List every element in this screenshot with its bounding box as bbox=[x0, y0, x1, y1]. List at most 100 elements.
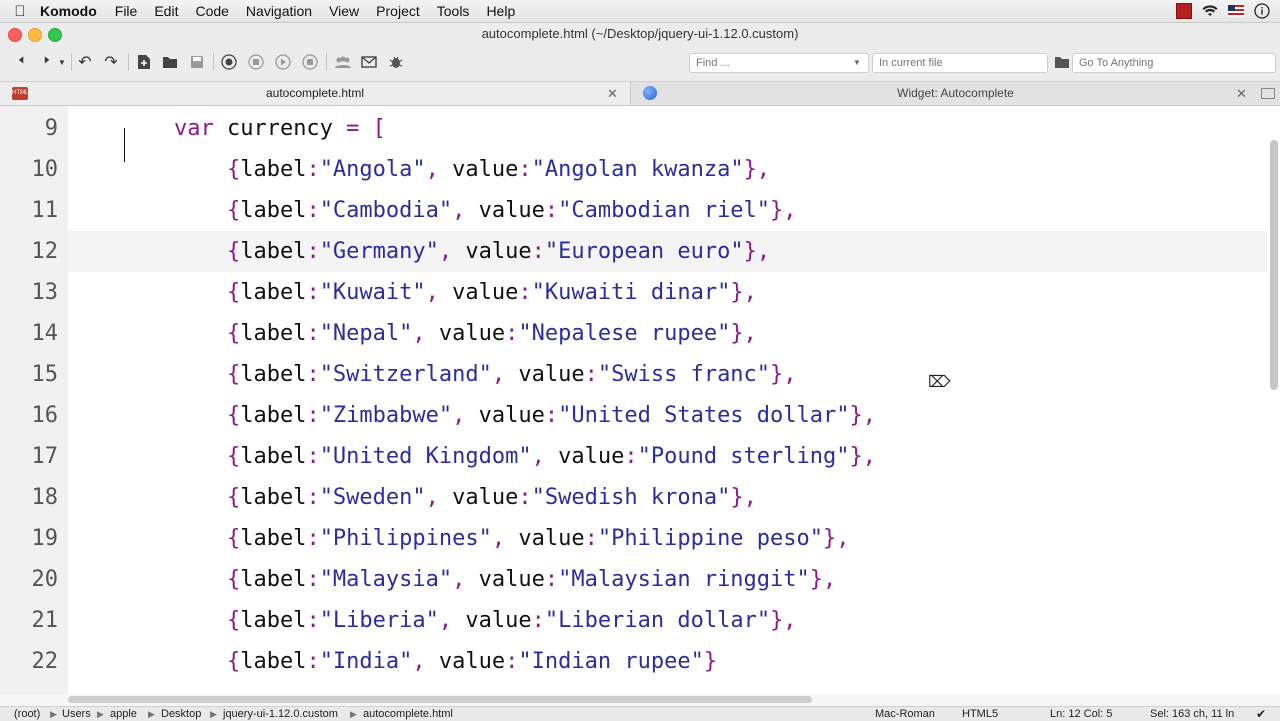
find-options-chevron-icon[interactable]: ▼ bbox=[853, 58, 861, 67]
code-token: }, bbox=[743, 157, 771, 182]
code-token: value bbox=[438, 280, 519, 305]
line-number-gutter: 9 10 11 12 13 14 15 16 17 18 19 20 21 22 bbox=[0, 106, 68, 694]
find-scope-input[interactable] bbox=[872, 53, 1048, 73]
code-line[interactable]: {label:"Germany", value:"European euro"}… bbox=[68, 231, 1268, 272]
menu-file[interactable]: File bbox=[115, 3, 138, 19]
menu-code[interactable]: Code bbox=[195, 3, 228, 19]
breadcrumb-desktop[interactable]: Desktop bbox=[161, 707, 201, 721]
code-token: : bbox=[624, 444, 638, 469]
folder-icon[interactable] bbox=[1051, 51, 1073, 73]
toolbar-separator bbox=[71, 53, 72, 71]
flag-icon[interactable] bbox=[1228, 3, 1244, 19]
code-line[interactable]: {label:"Sweden", value:"Swedish krona"}, bbox=[68, 477, 1268, 518]
find-input[interactable] bbox=[689, 53, 869, 73]
code-line[interactable]: {label:"Malaysia", value:"Malaysian ring… bbox=[68, 559, 1268, 600]
code-line[interactable]: var currency = [ bbox=[68, 108, 1268, 149]
code-line[interactable]: {label:"India", value:"Indian rupee"} bbox=[68, 641, 1268, 682]
code-token: value bbox=[438, 485, 519, 510]
close-tab-icon[interactable]: ✕ bbox=[1236, 82, 1247, 105]
tab-autocomplete-html[interactable]: HTML autocomplete.html ✕ bbox=[0, 82, 631, 105]
new-file-icon[interactable] bbox=[133, 51, 155, 73]
code-line[interactable]: {label:"Philippines", value:"Philippine … bbox=[68, 518, 1268, 559]
code-token: label bbox=[240, 280, 307, 305]
language-indicator[interactable]: HTML5 bbox=[962, 707, 998, 721]
code-token: , bbox=[438, 239, 453, 264]
wifi-icon[interactable] bbox=[1202, 3, 1218, 19]
breadcrumb-apple[interactable]: apple bbox=[110, 707, 137, 721]
apple-menu-icon[interactable]:  bbox=[0, 3, 40, 20]
info-icon[interactable] bbox=[1254, 3, 1270, 19]
code-token: "Liberia" bbox=[319, 608, 439, 633]
code-token: "Pound sterling" bbox=[637, 444, 850, 469]
code-token: : bbox=[306, 157, 320, 182]
undo-icon[interactable]: ↶ bbox=[74, 51, 96, 73]
tab-list-icon[interactable] bbox=[1261, 88, 1275, 99]
play-macro-icon[interactable] bbox=[272, 51, 294, 73]
line-number: 17 bbox=[31, 444, 59, 469]
encoding-indicator[interactable]: Mac-Roman bbox=[875, 707, 935, 721]
code-line[interactable]: {label:"Angola", value:"Angolan kwanza"}… bbox=[68, 149, 1268, 190]
minimize-window-button[interactable] bbox=[28, 28, 42, 42]
line-number: 19 bbox=[31, 526, 59, 551]
app-menu[interactable]: Komodo bbox=[40, 3, 97, 19]
record-macro-icon[interactable] bbox=[218, 51, 240, 73]
code-token: "Germany" bbox=[319, 239, 439, 264]
check-icon[interactable]: ✔ bbox=[1256, 707, 1266, 721]
line-number: 13 bbox=[31, 280, 59, 305]
mail-icon[interactable] bbox=[358, 51, 380, 73]
vertical-scrollbar[interactable] bbox=[1270, 140, 1278, 390]
code-token: { bbox=[226, 444, 241, 469]
code-token: : bbox=[531, 239, 545, 264]
zoom-window-button[interactable] bbox=[48, 28, 62, 42]
code-line[interactable]: {label:"Switzerland", value:"Swiss franc… bbox=[68, 354, 1268, 395]
recording-icon[interactable] bbox=[1176, 3, 1192, 19]
breadcrumb-project-folder[interactable]: jquery-ui-1.12.0.custom bbox=[223, 707, 338, 721]
close-window-button[interactable] bbox=[8, 28, 22, 42]
menu-edit[interactable]: Edit bbox=[154, 3, 178, 19]
code-line[interactable]: {label:"Kuwait", value:"Kuwaiti dinar"}, bbox=[68, 272, 1268, 313]
code-editor[interactable]: 9 10 11 12 13 14 15 16 17 18 19 20 21 22 var currency… bbox=[0, 106, 1280, 694]
code-line[interactable]: {label:"Cambodia", value:"Cambodian riel… bbox=[68, 190, 1268, 231]
code-line[interactable]: {label:"Nepal", value:"Nepalese rupee"}, bbox=[68, 313, 1268, 354]
code-token: { bbox=[226, 567, 241, 592]
code-line[interactable]: {label:"Liberia", value:"Liberian dollar… bbox=[68, 600, 1268, 641]
forward-icon[interactable]: 🢒 bbox=[36, 51, 58, 73]
menu-help[interactable]: Help bbox=[486, 3, 515, 19]
go-to-anything-input[interactable] bbox=[1072, 53, 1276, 73]
tab-widget-autocomplete[interactable]: Widget: Autocomplete ✕ bbox=[631, 82, 1280, 105]
code-token: : bbox=[531, 608, 545, 633]
back-icon[interactable]: 🢐 bbox=[10, 51, 32, 73]
code-token: value bbox=[425, 649, 506, 674]
redo-icon[interactable]: ↷ bbox=[100, 51, 122, 73]
menu-navigation[interactable]: Navigation bbox=[246, 3, 312, 19]
breadcrumb-root[interactable]: (root) bbox=[14, 707, 40, 721]
code-line[interactable]: {label:"Zimbabwe", value:"United States … bbox=[68, 395, 1268, 436]
forward-history-chevron-icon[interactable]: ▼ bbox=[56, 51, 68, 73]
code-token: value bbox=[425, 321, 506, 346]
menu-view[interactable]: View bbox=[329, 3, 359, 19]
stop-macro-icon[interactable] bbox=[245, 51, 267, 73]
code-token: label bbox=[240, 526, 307, 551]
breadcrumb-users[interactable]: Users bbox=[62, 707, 91, 721]
code-token: }, bbox=[770, 362, 797, 387]
save-macro-icon[interactable] bbox=[299, 51, 321, 73]
code-token: "Philippines" bbox=[319, 526, 492, 551]
close-tab-icon[interactable]: ✕ bbox=[607, 82, 618, 105]
breadcrumb-file[interactable]: autocomplete.html bbox=[363, 707, 453, 721]
code-token: label bbox=[240, 567, 307, 592]
code-token: label bbox=[240, 362, 307, 387]
menu-project[interactable]: Project bbox=[376, 3, 420, 19]
open-folder-icon[interactable] bbox=[159, 51, 181, 73]
menu-tools[interactable]: Tools bbox=[437, 3, 470, 19]
code-line[interactable]: {label:"United Kingdom", value:"Pound st… bbox=[68, 436, 1268, 477]
code-token: "Cambodia" bbox=[319, 198, 453, 223]
collaboration-icon[interactable] bbox=[332, 51, 354, 73]
code-token: value bbox=[544, 444, 625, 469]
horizontal-scrollbar[interactable] bbox=[68, 696, 812, 703]
debug-bug-icon[interactable] bbox=[385, 51, 407, 73]
save-icon[interactable] bbox=[186, 51, 208, 73]
